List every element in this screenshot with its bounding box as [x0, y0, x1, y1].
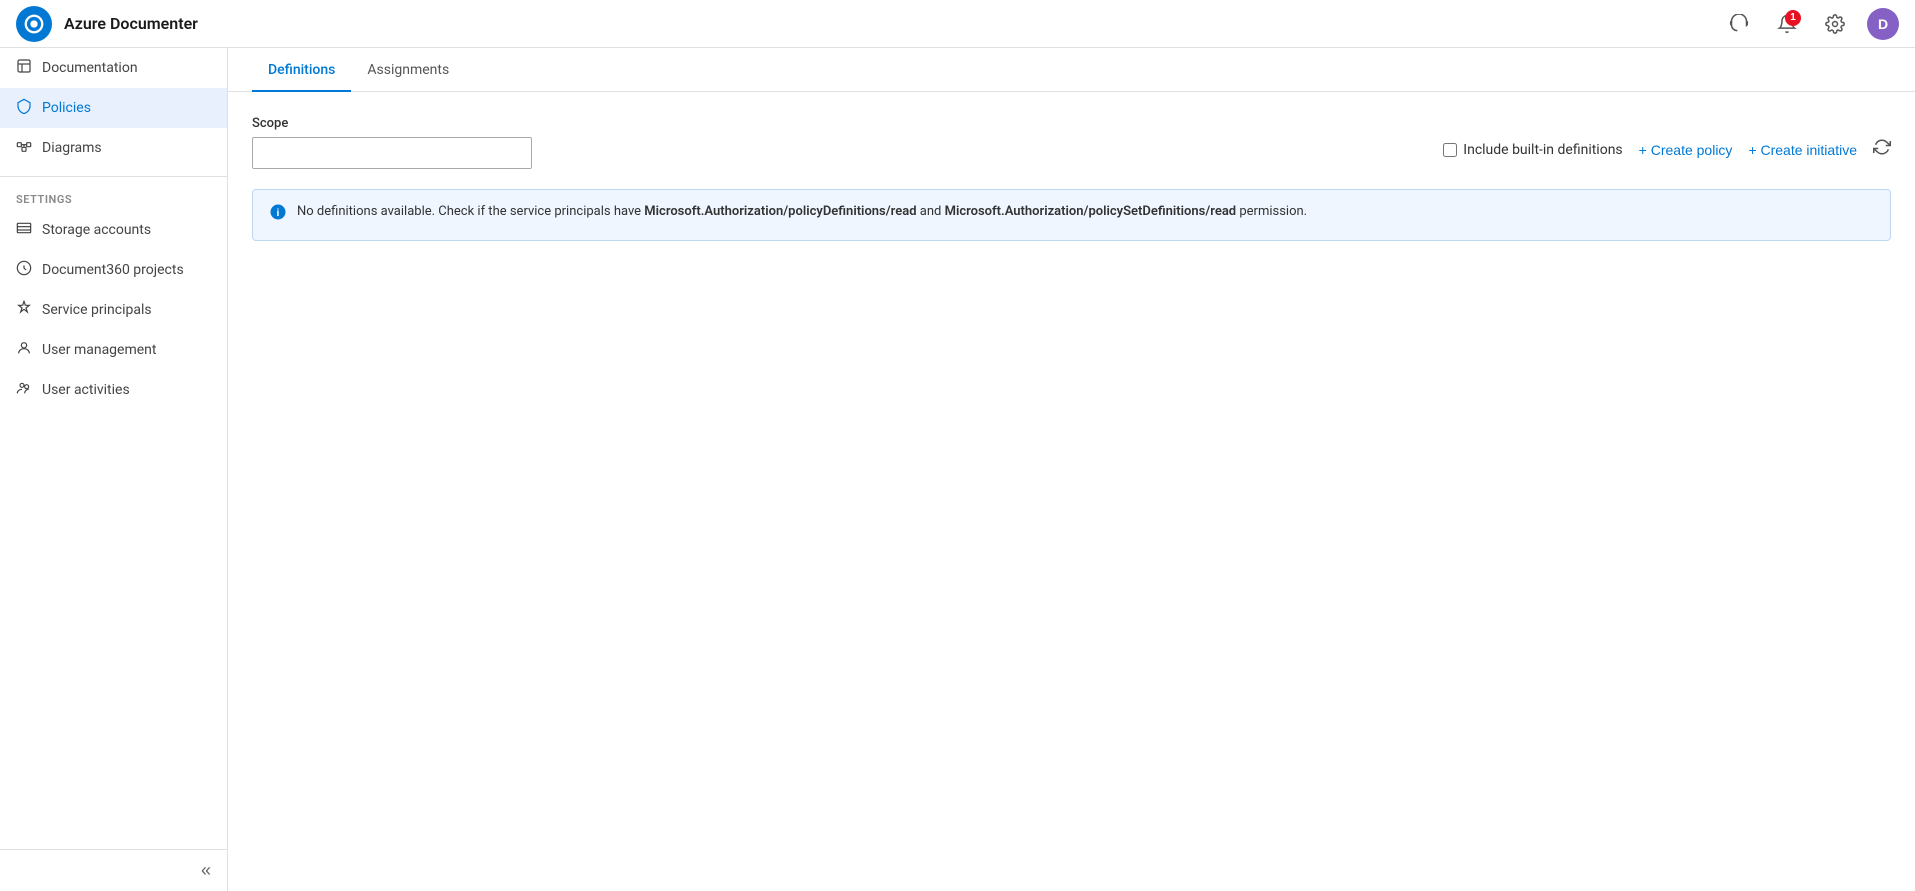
sidebar-item-label-service-principals: Service principals [42, 302, 152, 318]
settings-button[interactable] [1819, 8, 1851, 40]
sidebar-item-label-user-activities: User activities [42, 382, 130, 398]
notifications-button[interactable]: 1 [1771, 8, 1803, 40]
sidebar-item-label-documentation: Documentation [42, 60, 138, 76]
document360-icon [16, 260, 32, 280]
avatar-letter: D [1878, 16, 1888, 32]
sidebar-collapse-area: « [0, 849, 227, 891]
user-activities-icon [16, 380, 32, 400]
diagrams-icon [16, 138, 32, 158]
settings-section-label: SETTINGS [0, 185, 227, 210]
user-management-icon [16, 340, 32, 360]
tab-definitions[interactable]: Definitions [252, 48, 351, 92]
tabs-bar: Definitions Assignments [228, 48, 1915, 92]
sidebar-item-storage-accounts[interactable]: Storage accounts [0, 210, 227, 250]
info-icon: i [269, 203, 287, 228]
header-actions: 1 D [1723, 8, 1899, 40]
sidebar-item-label-document360: Document360 projects [42, 262, 184, 278]
service-principals-icon [16, 300, 32, 320]
create-policy-button[interactable]: + Create policy [1639, 142, 1733, 158]
main-layout: Documentation Policies Diagrams SETTINGS [0, 48, 1915, 891]
sidebar-item-diagrams[interactable]: Diagrams [0, 128, 227, 168]
info-message: No definitions available. Check if the s… [297, 202, 1307, 222]
scope-input[interactable] [252, 137, 532, 169]
tab-assignments[interactable]: Assignments [351, 48, 465, 92]
settings-nav: Storage accounts Document360 projects Se… [0, 210, 227, 410]
sidebar-item-policies[interactable]: Policies [0, 88, 227, 128]
user-avatar-button[interactable]: D [1867, 8, 1899, 40]
sidebar-item-label-user-management: User management [42, 342, 156, 358]
sidebar-item-label-diagrams: Diagrams [42, 140, 102, 156]
sidebar-item-user-management[interactable]: User management [0, 330, 227, 370]
main-content: Definitions Assignments Scope Include bu… [228, 48, 1915, 891]
sidebar-item-user-activities[interactable]: User activities [0, 370, 227, 410]
scope-label: Scope [252, 116, 532, 131]
create-initiative-button[interactable]: + Create initiative [1748, 142, 1857, 158]
sidebar-divider [0, 176, 227, 177]
notification-badge: 1 [1785, 10, 1801, 26]
sidebar-item-document360[interactable]: Document360 projects [0, 250, 227, 290]
app-title: Azure Documenter [64, 14, 1723, 33]
sidebar-item-label-policies: Policies [42, 100, 91, 116]
sidebar: Documentation Policies Diagrams SETTINGS [0, 48, 228, 891]
svg-text:i: i [277, 207, 280, 219]
sidebar-item-documentation[interactable]: Documentation [0, 48, 227, 88]
include-builtin-text: Include built-in definitions [1463, 142, 1622, 158]
app-logo [16, 6, 52, 42]
logo-icon [23, 13, 45, 35]
toolbar-right: Include built-in definitions + Create po… [1443, 116, 1891, 161]
include-builtin-checkbox[interactable] [1443, 143, 1457, 157]
refresh-button[interactable] [1873, 138, 1891, 161]
megaphone-button[interactable] [1723, 8, 1755, 40]
refresh-icon [1873, 138, 1891, 156]
storage-accounts-icon [16, 220, 32, 240]
app-header: Azure Documenter 1 D [0, 0, 1915, 48]
include-builtin-label[interactable]: Include built-in definitions [1443, 142, 1622, 158]
collapse-sidebar-button[interactable]: « [201, 860, 211, 881]
info-banner: i No definitions available. Check if the… [252, 189, 1891, 241]
sidebar-item-service-principals[interactable]: Service principals [0, 290, 227, 330]
documentation-icon [16, 58, 32, 78]
sidebar-nav: Documentation Policies Diagrams [0, 48, 227, 168]
scope-field: Scope [252, 116, 532, 169]
gear-icon [1825, 14, 1845, 34]
sidebar-item-label-storage: Storage accounts [42, 222, 151, 238]
content-body: Scope Include built-in definitions + Cre… [228, 92, 1915, 265]
scope-row: Scope Include built-in definitions + Cre… [252, 116, 1891, 169]
megaphone-icon [1729, 14, 1749, 34]
policies-icon [16, 98, 32, 118]
